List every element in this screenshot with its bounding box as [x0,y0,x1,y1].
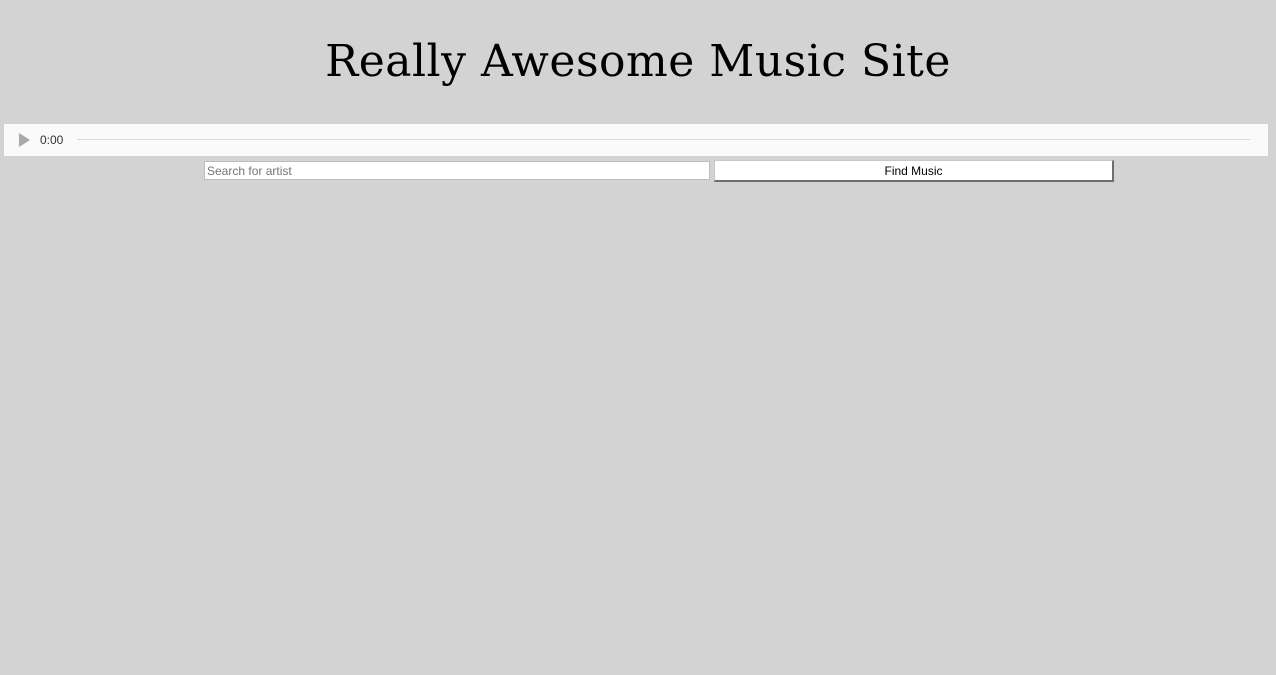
page-title: Really Awesome Music Site [325,36,951,87]
page: Really Awesome Music Site 0:00 Find Musi… [0,0,1276,675]
play-icon [19,133,30,147]
search-input[interactable] [204,161,710,180]
progress-track[interactable] [77,139,1250,140]
play-button[interactable] [18,132,32,148]
time-display: 0:00 [40,133,64,147]
find-music-button[interactable]: Find Music [714,160,1114,182]
audio-player: 0:00 [4,124,1268,156]
